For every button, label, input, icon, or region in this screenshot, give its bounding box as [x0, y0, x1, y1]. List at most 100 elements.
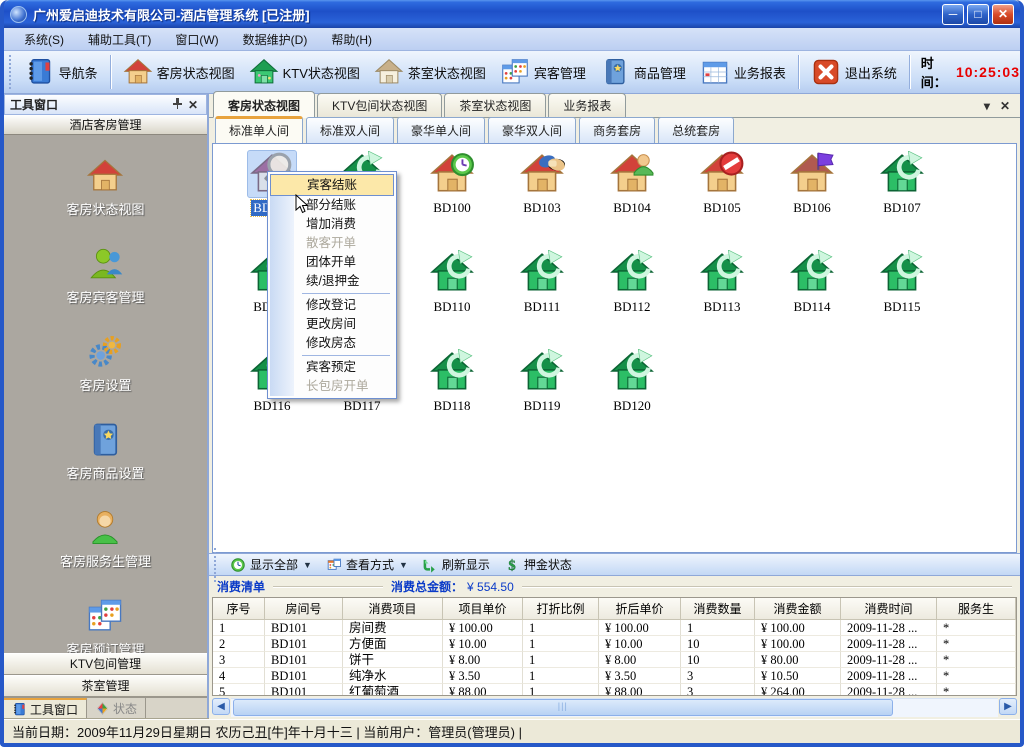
table-cell: ¥ 8.00 — [599, 652, 681, 668]
sidebar-bottom-tab-0[interactable]: 工具窗口 — [4, 698, 87, 719]
table-cell: 5 — [213, 684, 265, 696]
sidebar-item-2[interactable]: 客房设置 — [79, 333, 131, 394]
room-BD106[interactable]: BD106 — [767, 150, 857, 216]
context-menu-item-11[interactable]: 宾客预定 — [270, 358, 394, 377]
context-menu-item-12[interactable]: 长包房开单 — [270, 377, 394, 396]
room-type-tab-0[interactable]: 标准单人间 — [215, 116, 303, 143]
view-tab-0[interactable]: 客房状态视图 — [213, 91, 315, 118]
menu-item-1[interactable]: 辅助工具(T) — [76, 28, 163, 51]
context-menu-item-3[interactable]: 散客开单 — [270, 234, 394, 253]
room-BD120[interactable]: BD120 — [587, 348, 677, 414]
room-type-tab-4[interactable]: 商务套房 — [579, 117, 655, 143]
divider — [273, 586, 383, 588]
horizontal-scrollbar: ◀ ▶ — [212, 698, 1017, 717]
context-menu-item-2[interactable]: 增加消费 — [270, 215, 394, 234]
room-BD110[interactable]: BD110 — [407, 249, 497, 315]
sidebar-bottom-tab-1[interactable]: 状态 — [87, 698, 146, 719]
toolbar-button-navigator[interactable]: 导航条 — [18, 54, 105, 90]
sidebar-item-3[interactable]: 客房商品设置 — [66, 421, 144, 482]
toolbar-button-label: KTV状态视图 — [283, 63, 360, 82]
table-header-cell: 序号 — [213, 598, 265, 619]
action-button-3[interactable]: $押金状态 — [497, 555, 579, 574]
view-tab-1[interactable]: KTV包间状态视图 — [317, 93, 442, 117]
context-menu-item-1[interactable]: 部分结账 — [270, 196, 394, 215]
room-type-tab-1[interactable]: 标准双人间 — [306, 117, 394, 143]
room-state-icon-wrap — [787, 249, 837, 297]
sidebar-item-4[interactable]: 客房服务生管理 — [60, 509, 151, 570]
context-menu-item-9[interactable]: 修改房态 — [270, 334, 394, 353]
room-BD114[interactable]: BD114 — [767, 249, 857, 315]
action-button-1[interactable]: 查看方式▼ — [319, 555, 415, 574]
toolbar-button-house-tan[interactable]: 茶室状态视图 — [367, 54, 493, 90]
room-BD113[interactable]: BD113 — [677, 249, 767, 315]
table-row-0[interactable]: 1BD101房间费¥ 100.001¥ 100.001¥ 100.002009-… — [213, 620, 1016, 636]
house-green-icon — [249, 57, 279, 87]
menu-item-3[interactable]: 数据维护(D) — [231, 28, 320, 51]
room-label: BD120 — [611, 398, 653, 414]
table-cell: 2 — [213, 636, 265, 652]
table-header-cell: 消费时间 — [841, 598, 937, 619]
menu-item-4[interactable]: 帮助(H) — [319, 28, 384, 51]
tab-close-icon[interactable]: ✕ — [1000, 99, 1010, 113]
context-menu-item-8[interactable]: 更改房间 — [270, 315, 394, 334]
table-cell: BD101 — [265, 636, 343, 652]
context-menu-item-4[interactable]: 团体开单 — [270, 253, 394, 272]
scroll-right-arrow[interactable]: ▶ — [999, 698, 1017, 715]
toolbar-button-house-green[interactable]: KTV状态视图 — [242, 54, 367, 90]
table-row-2[interactable]: 3BD101饼干¥ 8.001¥ 8.0010¥ 80.002009-11-28… — [213, 652, 1016, 668]
context-menu-item-5[interactable]: 续/退押金 — [270, 272, 394, 291]
room-BD104[interactable]: BD104 — [587, 150, 677, 216]
scroll-left-arrow[interactable]: ◀ — [212, 698, 230, 715]
sidebar-item-label: 客房状态视图 — [66, 199, 144, 218]
room-BD100[interactable]: BD100 — [407, 150, 497, 216]
table-row-3[interactable]: 4BD101纯净水¥ 3.501¥ 3.503¥ 10.502009-11-28… — [213, 668, 1016, 684]
context-menu-item-7[interactable]: 修改登记 — [270, 296, 394, 315]
sidebar-close-icon[interactable]: ✕ — [185, 98, 201, 112]
table-row-1[interactable]: 2BD101方便面¥ 10.001¥ 10.0010¥ 100.002009-1… — [213, 636, 1016, 652]
book-blue-icon — [86, 421, 124, 459]
room-type-tab-3[interactable]: 豪华双人间 — [488, 117, 576, 143]
toolbar-button-exit-x[interactable]: 退出系统 — [804, 54, 904, 90]
room-BD118[interactable]: BD118 — [407, 348, 497, 414]
toolbar-grip — [9, 55, 15, 89]
toolbar-button-house-red[interactable]: 客房状态视图 — [116, 54, 242, 90]
toolbar-button-calendar-cards[interactable]: 宾客管理 — [493, 54, 593, 90]
room-BD115[interactable]: BD115 — [857, 249, 947, 315]
minimize-button[interactable]: ─ — [942, 4, 964, 25]
context-menu-item-0[interactable]: 宾客结账 — [270, 174, 394, 196]
maximize-button[interactable]: □ — [967, 4, 989, 25]
action-button-2[interactable]: 刷新显示 — [415, 555, 497, 574]
view-tab-3[interactable]: 业务报表 — [548, 93, 626, 117]
room-type-tab-2[interactable]: 豪华单人间 — [397, 117, 485, 143]
sidebar-item-1[interactable]: 客房宾客管理 — [66, 245, 144, 306]
table-cell: ¥ 10.00 — [443, 636, 523, 652]
room-BD105[interactable]: BD105 — [677, 150, 767, 216]
room-BD107[interactable]: BD107 — [857, 150, 947, 216]
tab-dropdown-icon[interactable]: ▾ — [984, 99, 990, 113]
menu-item-2[interactable]: 窗口(W) — [163, 28, 230, 51]
sidebar-item-5[interactable]: 客房预订管理 — [66, 597, 144, 653]
scrollbar-thumb[interactable] — [233, 699, 893, 716]
view-tab-2[interactable]: 茶室状态视图 — [444, 93, 546, 117]
toolbar-button-book-blue[interactable]: 商品管理 — [593, 54, 693, 90]
sidebar-group-header[interactable]: 酒店客房管理 — [4, 115, 207, 135]
room-label: BD107 — [881, 200, 923, 216]
table-row-4[interactable]: 5BD101红葡萄酒¥ 88.001¥ 88.003¥ 264.002009-1… — [213, 684, 1016, 696]
room-type-tab-5[interactable]: 总统套房 — [658, 117, 734, 143]
sidebar-item-0[interactable]: 客房状态视图 — [66, 157, 144, 218]
room-BD119[interactable]: BD119 — [497, 348, 587, 414]
pin-icon[interactable] — [169, 97, 185, 112]
table-cell: 1 — [523, 620, 599, 636]
room-BD111[interactable]: BD111 — [497, 249, 587, 315]
room-label: BD111 — [522, 299, 563, 315]
scrollbar-track[interactable] — [231, 698, 998, 717]
table-header-cell: 消费项目 — [343, 598, 443, 619]
room-BD112[interactable]: BD112 — [587, 249, 677, 315]
close-button[interactable]: ✕ — [992, 4, 1014, 25]
action-button-0[interactable]: 显示全部▼ — [223, 555, 319, 574]
toolbar-button-report-grid[interactable]: 业务报表 — [693, 54, 793, 90]
sidebar-group-bar-1[interactable]: 茶室管理 — [4, 675, 207, 697]
sidebar-group-bar-0[interactable]: KTV包间管理 — [4, 653, 207, 675]
room-BD103[interactable]: BD103 — [497, 150, 587, 216]
menu-item-0[interactable]: 系统(S) — [12, 28, 76, 51]
